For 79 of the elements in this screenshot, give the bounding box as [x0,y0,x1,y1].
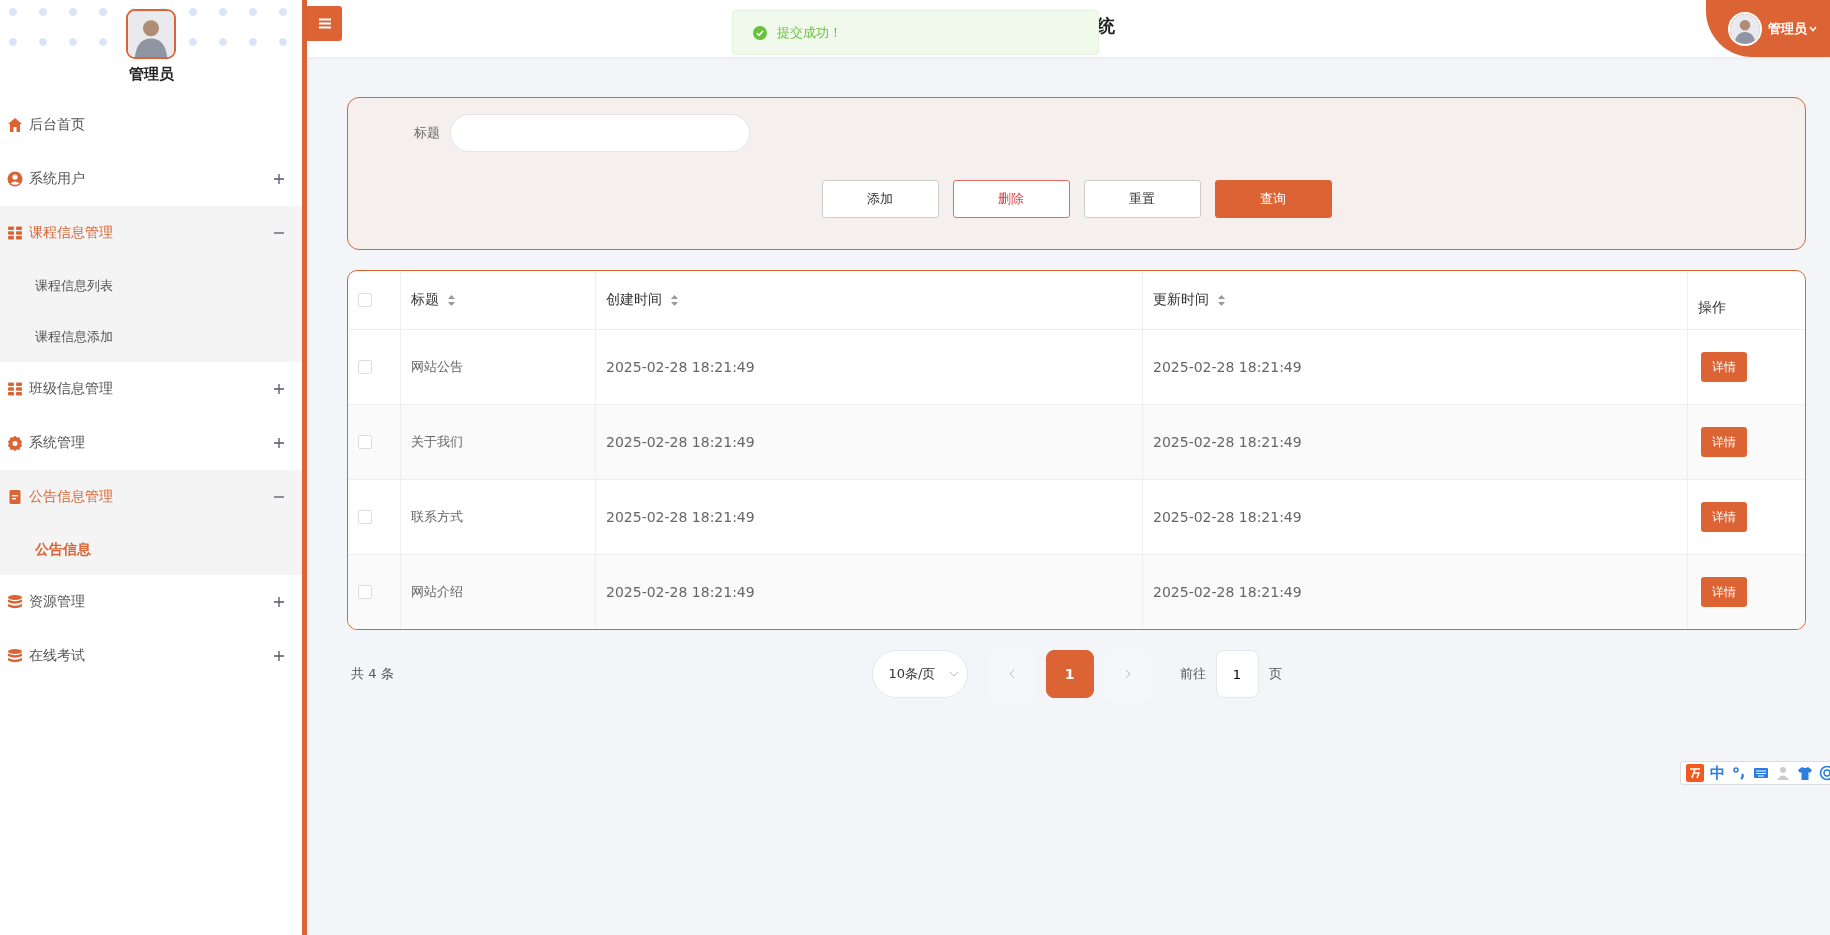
action-button[interactable]: 重置 [1083,180,1201,218]
ime-mode[interactable]: 中 [1710,763,1725,783]
plus-icon [274,384,284,394]
table-cell: 2025-02-28 18:21:49 [1153,434,1302,450]
table-cell: 网站介绍 [411,583,463,601]
column-header: 标题 [411,291,439,309]
user-menu[interactable]: 管理员 [1706,0,1830,57]
checkbox[interactable] [358,510,372,524]
checkbox[interactable] [358,360,372,374]
page-button[interactable]: 1 [1045,650,1094,698]
menu-item[interactable]: 资源管理 [0,575,302,629]
plus-icon [274,651,284,661]
chevron-down-icon [948,671,959,677]
table-cell: 网站公告 [411,358,463,376]
menu-item[interactable]: 在线考试 [0,629,302,683]
user-name: 管理员 [128,65,174,84]
sort-icon[interactable] [1217,293,1226,307]
menu-item[interactable]: 班级信息管理 [0,362,302,416]
table-cell: 关于我们 [411,433,463,451]
delete-button[interactable]: 删除 [952,180,1070,218]
table-cell: 联系方式 [411,508,463,526]
table-cell: 2025-02-28 18:21:49 [1153,509,1302,525]
menu-item[interactable]: 后台首页 [0,98,302,152]
sort-icon[interactable] [447,293,456,307]
goto-label: 前往 [1179,665,1206,683]
detail-button[interactable]: 详情 [1701,427,1747,457]
plus-icon [274,174,284,184]
table-cell: 2025-02-28 18:21:49 [1153,359,1302,375]
action-button[interactable]: 添加 [821,180,939,218]
menu-toggle[interactable] [307,6,342,41]
keyboard-icon[interactable] [1753,765,1769,781]
checkbox[interactable] [358,293,372,307]
table-cell: 2025-02-28 18:21:49 [606,359,755,375]
chevron-left-icon [1008,669,1015,679]
column-header: 操作 [1698,299,1726,317]
field-label: 标题 [414,124,440,142]
gear-icon [7,435,23,451]
page-input[interactable]: 1 [1215,650,1259,698]
checkbox[interactable] [358,585,372,599]
column-header: 更新时间 [1153,291,1209,309]
total-count: 共 4 条 [350,665,395,683]
check-icon [753,25,767,40]
table-cell: 2025-02-28 18:21:49 [606,434,755,450]
user-avatar [1730,13,1760,44]
detail-button[interactable]: 详情 [1701,502,1747,532]
database-icon [7,594,23,610]
column-header: 创建时间 [606,291,662,309]
title-input[interactable] [450,114,750,152]
avatar [128,11,174,57]
search-button[interactable]: 查询 [1214,180,1332,218]
user-icon [7,171,23,187]
punctuation-icon[interactable] [1731,765,1747,781]
page-size-select[interactable]: 10条/页 [871,650,968,698]
detail-button[interactable]: 详情 [1701,352,1747,382]
doc-icon [7,489,23,505]
submenu-item[interactable]: 课程信息列表 [0,260,302,311]
sort-icon[interactable] [670,293,679,307]
grid-icon [7,381,23,397]
home-icon [7,117,23,133]
toast-message: 提交成功！ [777,23,842,42]
plus-icon [274,597,284,607]
menu-icon [318,18,331,29]
menu-item[interactable]: 系统管理 [0,416,302,470]
ime-logo-icon [1686,764,1704,782]
chevron-right-icon [1124,669,1131,679]
database-icon [7,648,23,664]
menu-item[interactable]: 系统用户 [0,152,302,206]
checkbox[interactable] [358,435,372,449]
table-cell: 2025-02-28 18:21:49 [1153,584,1302,600]
caret-icon [1809,25,1817,32]
shirt-icon[interactable] [1797,765,1813,781]
table-cell: 2025-02-28 18:21:49 [606,584,755,600]
table-cell: 2025-02-28 18:21:49 [606,509,755,525]
submenu-item[interactable]: 课程信息添加 [0,311,302,362]
page-suffix: 页 [1268,665,1282,683]
grid-icon [7,225,23,241]
person-icon[interactable] [1775,765,1791,781]
detail-button[interactable]: 详情 [1701,577,1747,607]
plus-icon [274,438,284,448]
